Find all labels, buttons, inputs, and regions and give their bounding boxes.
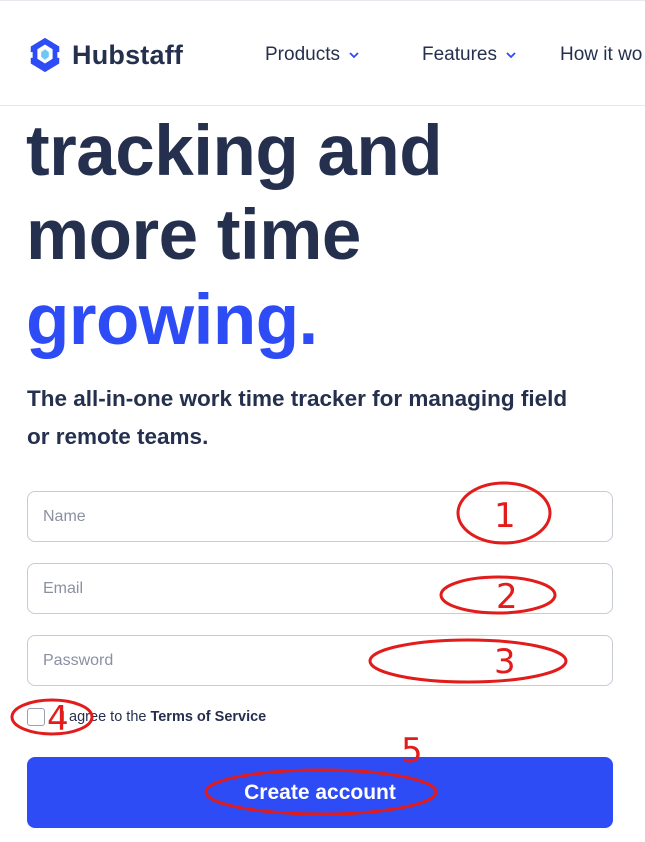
nav-products[interactable]: Products <box>265 44 360 66</box>
hero-heading-line-2: more time <box>26 196 361 275</box>
terms-prefix-text: I agree to the <box>61 709 147 725</box>
hero-subtitle-line-2: or remote teams. <box>27 424 209 449</box>
hero-subtitle-line-1: The all-in-one work time tracker for man… <box>27 386 568 411</box>
nav-features[interactable]: Features <box>422 44 517 66</box>
hero-heading-line-1: tracking and <box>26 112 443 191</box>
hero-heading-line-3: growing. <box>26 281 318 360</box>
top-navigation-bar: Hubstaff Products Features How it wo <box>0 0 645 106</box>
hubstaff-logo-icon <box>26 37 64 73</box>
email-input[interactable] <box>27 563 613 614</box>
nav-how-it-works-label: How it wo <box>560 44 643 65</box>
chevron-down-icon <box>349 52 359 59</box>
hubstaff-logo[interactable]: Hubstaff <box>26 35 183 75</box>
nav-products-label: Products <box>265 44 340 65</box>
chevron-down-icon <box>506 52 516 59</box>
terms-agreement: I agree to the Terms of Service <box>27 706 266 728</box>
logo-text: Hubstaff <box>72 39 184 70</box>
password-input[interactable] <box>27 635 613 686</box>
nav-how-it-works[interactable]: How it wo <box>560 44 642 66</box>
signup-page: Hubstaff Products Features How it wo tra… <box>0 0 645 842</box>
terms-checkbox[interactable] <box>27 708 45 726</box>
hero-subtitle: The all-in-one work time tracker for man… <box>27 380 617 456</box>
create-account-button[interactable]: Create account <box>27 757 613 828</box>
name-input[interactable] <box>27 491 613 542</box>
terms-of-service-link[interactable]: Terms of Service <box>150 709 266 725</box>
nav-features-label: Features <box>422 44 497 65</box>
